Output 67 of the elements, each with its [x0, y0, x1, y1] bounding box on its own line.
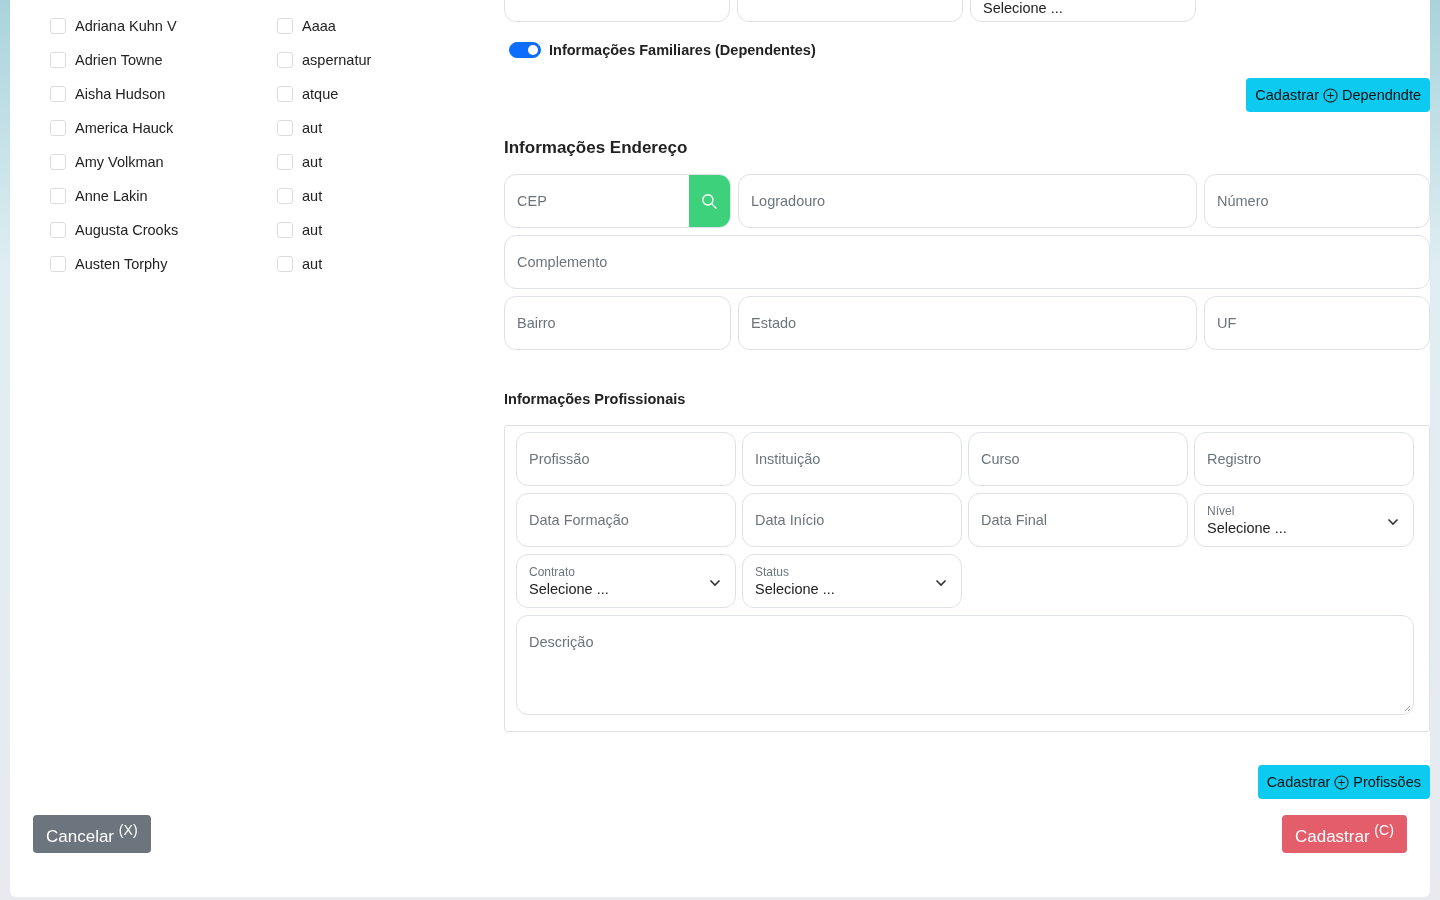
- checkbox-label: aspernatur: [302, 52, 372, 68]
- textarea-field[interactable]: Descrição: [516, 615, 1414, 715]
- cep-field[interactable]: CEP: [504, 174, 731, 228]
- input-field[interactable]: Data Final: [968, 493, 1188, 547]
- cancel-button[interactable]: Cancelar $^{(X)}$: [33, 815, 151, 853]
- input-field[interactable]: UF: [1204, 296, 1430, 350]
- checkbox-label: Adrien Towne: [75, 52, 163, 68]
- chevron-down-icon: [709, 579, 721, 587]
- add-profession-button[interactable]: Cadastrar Profissões: [1257, 765, 1430, 799]
- checkbox[interactable]: [277, 120, 293, 136]
- input-field[interactable]: Data Início: [742, 493, 962, 547]
- checkbox-label: aut: [302, 120, 323, 136]
- checkbox-label: Augusta Crooks: [75, 222, 179, 238]
- input-field[interactable]: Data Formação: [516, 493, 736, 547]
- input-field[interactable]: Curso: [968, 432, 1188, 486]
- section-title: Informações Profissionais: [504, 391, 687, 407]
- checkbox[interactable]: [277, 188, 293, 204]
- search-icon: [701, 192, 718, 210]
- checkbox[interactable]: [50, 188, 66, 204]
- checkbox-label: Amy Volkman: [75, 154, 164, 170]
- add-dependent-button[interactable]: Cadastrar Dependndte: [1246, 78, 1430, 112]
- select-field[interactable]: Nível Selecione ...: [1194, 493, 1414, 547]
- checkbox[interactable]: [277, 18, 293, 34]
- input-field[interactable]: Logradouro: [738, 174, 1197, 228]
- checkbox-label: Anne Lakin: [75, 188, 148, 204]
- input-field[interactable]: Número: [1204, 174, 1430, 228]
- input-field[interactable]: Selecione ...: [970, 0, 1196, 22]
- checkbox[interactable]: [277, 52, 293, 68]
- checkbox[interactable]: [50, 154, 66, 170]
- checkbox-label: America Hauck: [75, 120, 174, 136]
- plus-circle-icon: [1334, 774, 1350, 790]
- input-field[interactable]: Registro: [1194, 432, 1414, 486]
- input-field[interactable]: Profissão: [516, 432, 736, 486]
- checkbox-label: Aisha Hudson: [75, 86, 166, 102]
- chevron-down-icon: [1387, 518, 1399, 526]
- checkbox[interactable]: [50, 86, 66, 102]
- input-field[interactable]: Instituição: [742, 432, 962, 486]
- checkbox-label: Austen Torphy: [75, 256, 168, 272]
- chevron-down-icon: [935, 579, 947, 587]
- checkbox[interactable]: [277, 222, 293, 238]
- input-field[interactable]: Estado: [738, 296, 1197, 350]
- checkbox[interactable]: [277, 86, 293, 102]
- plus-circle-icon: [1323, 87, 1338, 103]
- checkbox[interactable]: [277, 256, 293, 272]
- checkbox-label: atque: [302, 86, 339, 102]
- select-field[interactable]: Status Selecione ...: [742, 554, 962, 608]
- section-title: Informações Endereço: [504, 138, 689, 158]
- input-field[interactable]: Bairro: [504, 296, 731, 350]
- checkbox[interactable]: [277, 154, 293, 170]
- checkbox-label: aut: [302, 188, 323, 204]
- checkbox[interactable]: [50, 52, 66, 68]
- checkbox-label: aut: [302, 222, 323, 238]
- input-field[interactable]: Complemento: [504, 235, 1430, 289]
- checkbox[interactable]: [50, 222, 66, 238]
- select-field[interactable]: Contrato Selecione ...: [516, 554, 736, 608]
- search-button[interactable]: [689, 175, 730, 227]
- submit-button[interactable]: Cadastrar $^{(C)}$: [1281, 815, 1407, 853]
- toggle-switch[interactable]: [509, 42, 541, 58]
- checkbox-label: Aaaa: [302, 18, 336, 34]
- checkbox-label: aut: [302, 256, 323, 272]
- checkbox[interactable]: [50, 120, 66, 136]
- checkbox-label: aut: [302, 154, 323, 170]
- checkbox[interactable]: [50, 256, 66, 272]
- checkbox-label: Adriana Kuhn V: [75, 18, 177, 34]
- toggle-label: Informações Familiares (Dependentes): [549, 42, 816, 58]
- checkbox[interactable]: [50, 18, 66, 34]
- resize-handle-icon[interactable]: [1403, 704, 1411, 712]
